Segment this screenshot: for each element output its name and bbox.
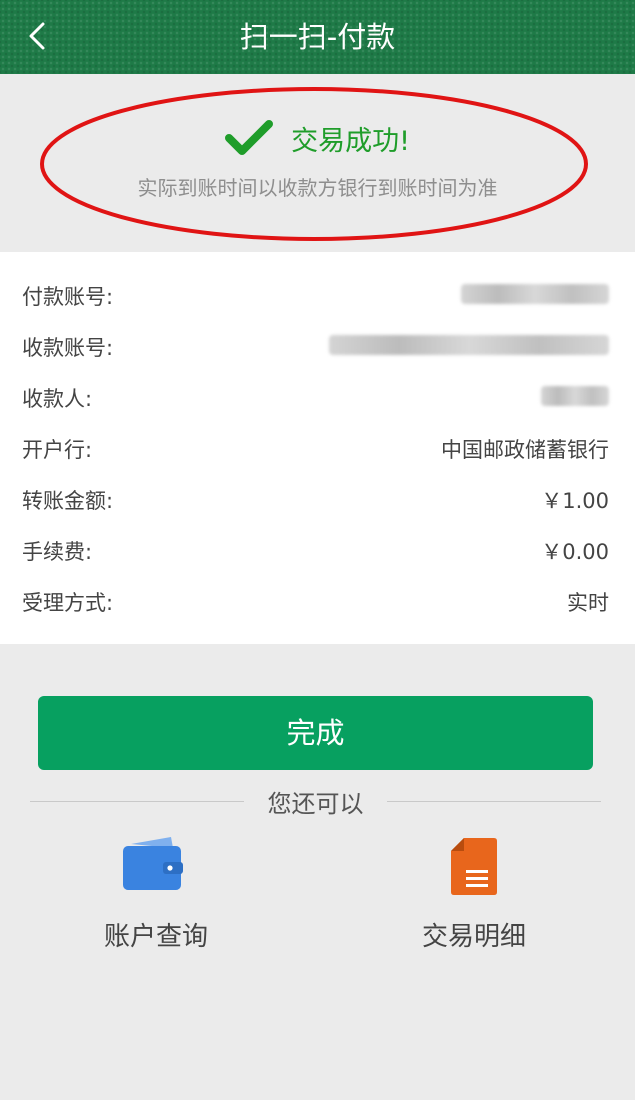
highlight-annotation-oval bbox=[40, 87, 588, 241]
divider-left bbox=[30, 801, 244, 802]
detail-label: 受理方式: bbox=[22, 591, 114, 615]
status-note: 实际到账时间以收款方银行到账时间为准 bbox=[137, 176, 498, 200]
more-options-label: 您还可以 bbox=[267, 790, 364, 818]
divider-right bbox=[387, 801, 601, 802]
account-query-action[interactable]: 账户查询 bbox=[56, 830, 256, 960]
done-button[interactable]: 完成 bbox=[38, 696, 593, 770]
detail-row-amount: 转账金额: ￥1.00 bbox=[22, 480, 609, 520]
detail-row-fee: 手续费: ￥0.00 bbox=[22, 531, 609, 571]
detail-value-redacted bbox=[541, 385, 609, 411]
detail-label: 付款账号: bbox=[22, 285, 114, 309]
page-title: 扫一扫-付款 bbox=[239, 20, 396, 54]
detail-row-payee-account: 收款账号: bbox=[22, 327, 609, 367]
detail-value: 实时 bbox=[567, 591, 609, 615]
detail-value: ￥0.00 bbox=[541, 540, 609, 564]
detail-value-redacted bbox=[461, 283, 609, 309]
detail-label: 转账金额: bbox=[22, 489, 114, 513]
detail-label: 开户行: bbox=[22, 438, 93, 462]
status-title: 交易成功! bbox=[291, 125, 410, 157]
detail-value: ￥1.00 bbox=[541, 489, 609, 513]
detail-row-bank: 开户行: 中国邮政储蓄银行 bbox=[22, 429, 609, 469]
detail-label: 收款账号: bbox=[22, 336, 114, 360]
document-icon bbox=[451, 838, 497, 895]
status-line: 交易成功! bbox=[0, 118, 635, 158]
transaction-detail-label: 交易明细 bbox=[421, 922, 526, 952]
app-header: 扫一扫-付款 bbox=[0, 0, 635, 74]
checkmark-icon bbox=[225, 120, 274, 155]
account-query-label: 账户查询 bbox=[103, 922, 208, 952]
transaction-detail-action[interactable]: 交易明细 bbox=[374, 830, 574, 960]
transaction-details: 付款账号: 收款账号: 收款人: 开户行: 中国邮政储蓄银行 转账金额: ￥1.… bbox=[0, 252, 635, 644]
detail-row-payer-account: 付款账号: bbox=[22, 276, 609, 316]
detail-value-redacted bbox=[329, 334, 609, 360]
detail-label: 手续费: bbox=[22, 540, 93, 564]
wallet-icon bbox=[123, 837, 183, 890]
detail-value: 中国邮政储蓄银行 bbox=[441, 438, 609, 462]
detail-row-method: 受理方式: 实时 bbox=[22, 582, 609, 622]
detail-label: 收款人: bbox=[22, 387, 93, 411]
detail-row-payee: 收款人: bbox=[22, 378, 609, 418]
